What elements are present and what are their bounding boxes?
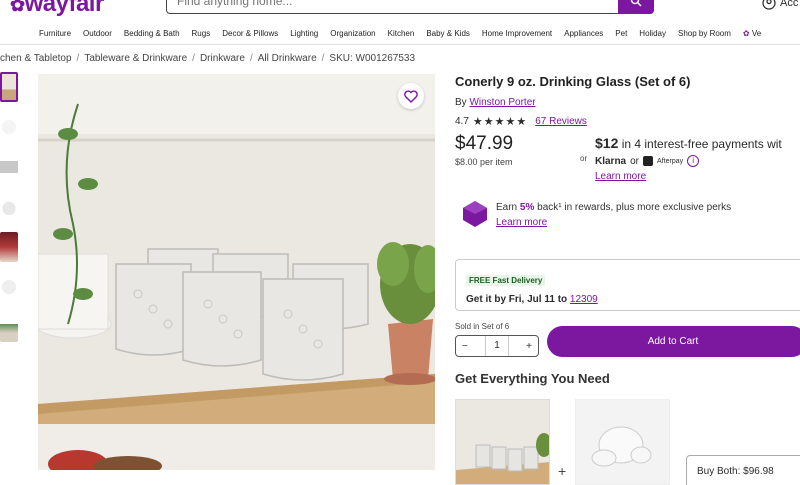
- reviews-link[interactable]: 67 Reviews: [535, 116, 587, 127]
- or-label: or: [630, 155, 640, 167]
- breadcrumb-separator: /: [249, 53, 253, 64]
- installment-info: $12 in 4 interest-free payments wit Klar…: [595, 135, 800, 182]
- account-menu[interactable]: Acc: [762, 0, 798, 10]
- breadcrumb-separator: /: [192, 53, 195, 64]
- by-prefix: By: [455, 97, 467, 108]
- verified-icon: ✿: [742, 28, 750, 38]
- product-photo: [38, 74, 435, 470]
- rewards-description: back¹ in rewards, plus more exclusive pe…: [537, 202, 732, 213]
- thumbnail[interactable]: [0, 272, 18, 302]
- bundle-item-dinnerware[interactable]: [575, 399, 670, 485]
- nav-decor-pillows[interactable]: Decor & Pillows: [216, 29, 284, 38]
- breadcrumb-item[interactable]: Drinkware: [200, 53, 245, 64]
- thumbnail[interactable]: [0, 232, 18, 262]
- brand-line: By Winston Porter: [455, 97, 800, 108]
- nav-baby-kids[interactable]: Baby & Kids: [420, 29, 476, 38]
- bundle-dinnerware-image: [576, 400, 669, 484]
- search-box[interactable]: [166, 0, 654, 14]
- star-rating-icon: ★★★★★: [472, 116, 528, 128]
- breadcrumb-item[interactable]: chen & Tabletop: [0, 53, 72, 64]
- rewards-percent: 5%: [519, 202, 535, 213]
- nav-verified-label: Ve: [751, 28, 762, 38]
- bundle-item-glasses[interactable]: [455, 399, 550, 485]
- rewards-gem-icon: [463, 201, 487, 227]
- afterpay-logo: Afterpay: [657, 157, 684, 165]
- installment-description: in 4 interest-free payments wit: [621, 137, 782, 151]
- breadcrumb: chen & Tabletop / Tableware & Drinkware / …: [0, 53, 415, 64]
- sku-label: SKU: W001267533: [329, 53, 416, 64]
- payment-providers: Klarna or Afterpay i: [595, 155, 800, 167]
- account-label: Acc: [780, 0, 799, 9]
- klarna-learn-more-link[interactable]: Learn more: [595, 171, 800, 182]
- nav-verified[interactable]: ✿ Ve: [737, 29, 767, 38]
- bundle-heading: Get Everything You Need: [455, 371, 610, 386]
- rating-row: 4.7 ★★★★★ 67 Reviews: [455, 115, 800, 128]
- nav-holiday[interactable]: Holiday: [633, 29, 672, 38]
- quantity-stepper[interactable]: − 1 +: [455, 335, 539, 357]
- buy-both-label: Buy Both: $96.98: [697, 466, 774, 477]
- breadcrumb-item[interactable]: Tableware & Drinkware: [84, 53, 187, 64]
- delivery-box: FREE Fast Delivery Get it by Fri, Jul 11…: [455, 259, 800, 311]
- breadcrumb-item[interactable]: All Drinkware: [258, 53, 317, 64]
- nav-lighting[interactable]: Lighting: [284, 29, 324, 38]
- info-icon[interactable]: i: [687, 155, 700, 167]
- account-icon: [762, 0, 776, 10]
- thumbnail[interactable]: [0, 152, 18, 182]
- thumbnail[interactable]: [0, 112, 18, 142]
- zip-code-link[interactable]: 12309: [570, 294, 598, 305]
- brand-link[interactable]: Winston Porter: [469, 97, 535, 108]
- buy-both-button[interactable]: Buy Both: $96.98: [686, 455, 800, 485]
- delivery-estimate: Get it by Fri, Jul 11 to 12309: [466, 294, 800, 305]
- nav-furniture[interactable]: Furniture: [0, 29, 77, 38]
- nav-rugs[interactable]: Rugs: [186, 29, 217, 38]
- decrease-quantity-button[interactable]: −: [462, 341, 468, 352]
- nav-kitchen[interactable]: Kitchen: [382, 29, 421, 38]
- category-nav: Furniture Outdoor Bedding & Bath Rugs De…: [0, 22, 800, 44]
- main-product-image[interactable]: [38, 74, 435, 470]
- add-to-cart-button[interactable]: Add to Cart: [547, 326, 800, 357]
- klarna-logo: Klarna: [595, 155, 627, 167]
- quantity-value[interactable]: 1: [485, 336, 509, 356]
- rewards-earn: Earn: [496, 202, 518, 213]
- nav-home-improvement[interactable]: Home Improvement: [476, 29, 558, 38]
- wayfair-logo[interactable]: ✿wayfair: [10, 0, 104, 18]
- breadcrumb-separator: /: [76, 53, 80, 64]
- nav-organization[interactable]: Organization: [324, 29, 381, 38]
- nav-divider: [0, 44, 800, 45]
- nav-outdoor[interactable]: Outdoor: [77, 29, 118, 38]
- product-details: Conerly 9 oz. Drinking Glass (Set of 6) …: [455, 74, 800, 128]
- afterpay-icon: [643, 156, 654, 166]
- product-title: Conerly 9 oz. Drinking Glass (Set of 6): [455, 74, 691, 89]
- rewards-text: Earn 5% back¹ in rewards, plus more excl…: [496, 200, 731, 230]
- price: $47.99: [455, 133, 514, 154]
- or-label: or: [580, 154, 588, 163]
- search-button[interactable]: [618, 0, 654, 14]
- delivery-date: Get it by Fri, Jul 11 to: [466, 294, 568, 305]
- nav-bedding-bath[interactable]: Bedding & Bath: [118, 29, 186, 38]
- increase-quantity-button[interactable]: +: [526, 341, 532, 352]
- search-input[interactable]: [177, 0, 597, 8]
- free-delivery-badge: FREE Fast Delivery: [466, 275, 546, 286]
- sold-in-label: Sold in Set of 6: [455, 322, 510, 331]
- bundle-plus: +: [558, 463, 567, 479]
- nav-shop-by-room[interactable]: Shop by Room: [672, 29, 737, 38]
- nav-pet[interactable]: Pet: [609, 29, 633, 38]
- thumbnail[interactable]: [0, 192, 18, 222]
- nav-appliances[interactable]: Appliances: [558, 29, 609, 38]
- bundle-glasses-image: [456, 400, 549, 484]
- installment-amount: $12: [595, 135, 619, 151]
- rating-value: 4.7: [455, 116, 469, 127]
- rewards-learn-more-link[interactable]: Learn more: [496, 217, 547, 228]
- thumbnail[interactable]: [0, 72, 18, 102]
- search-icon: [630, 0, 642, 7]
- rewards-banner: Earn 5% back¹ in rewards, plus more excl…: [462, 200, 731, 230]
- installment-text: $12 in 4 interest-free payments wit: [595, 135, 800, 151]
- favorite-button[interactable]: [398, 83, 424, 109]
- thumbnail-strip: [0, 72, 20, 352]
- top-header: ✿wayfair Acc: [0, 0, 800, 17]
- heart-icon: [404, 89, 418, 103]
- thumbnail[interactable]: [0, 312, 18, 342]
- breadcrumb-separator: /: [321, 53, 325, 64]
- unit-price: $8.00 per item: [455, 157, 513, 167]
